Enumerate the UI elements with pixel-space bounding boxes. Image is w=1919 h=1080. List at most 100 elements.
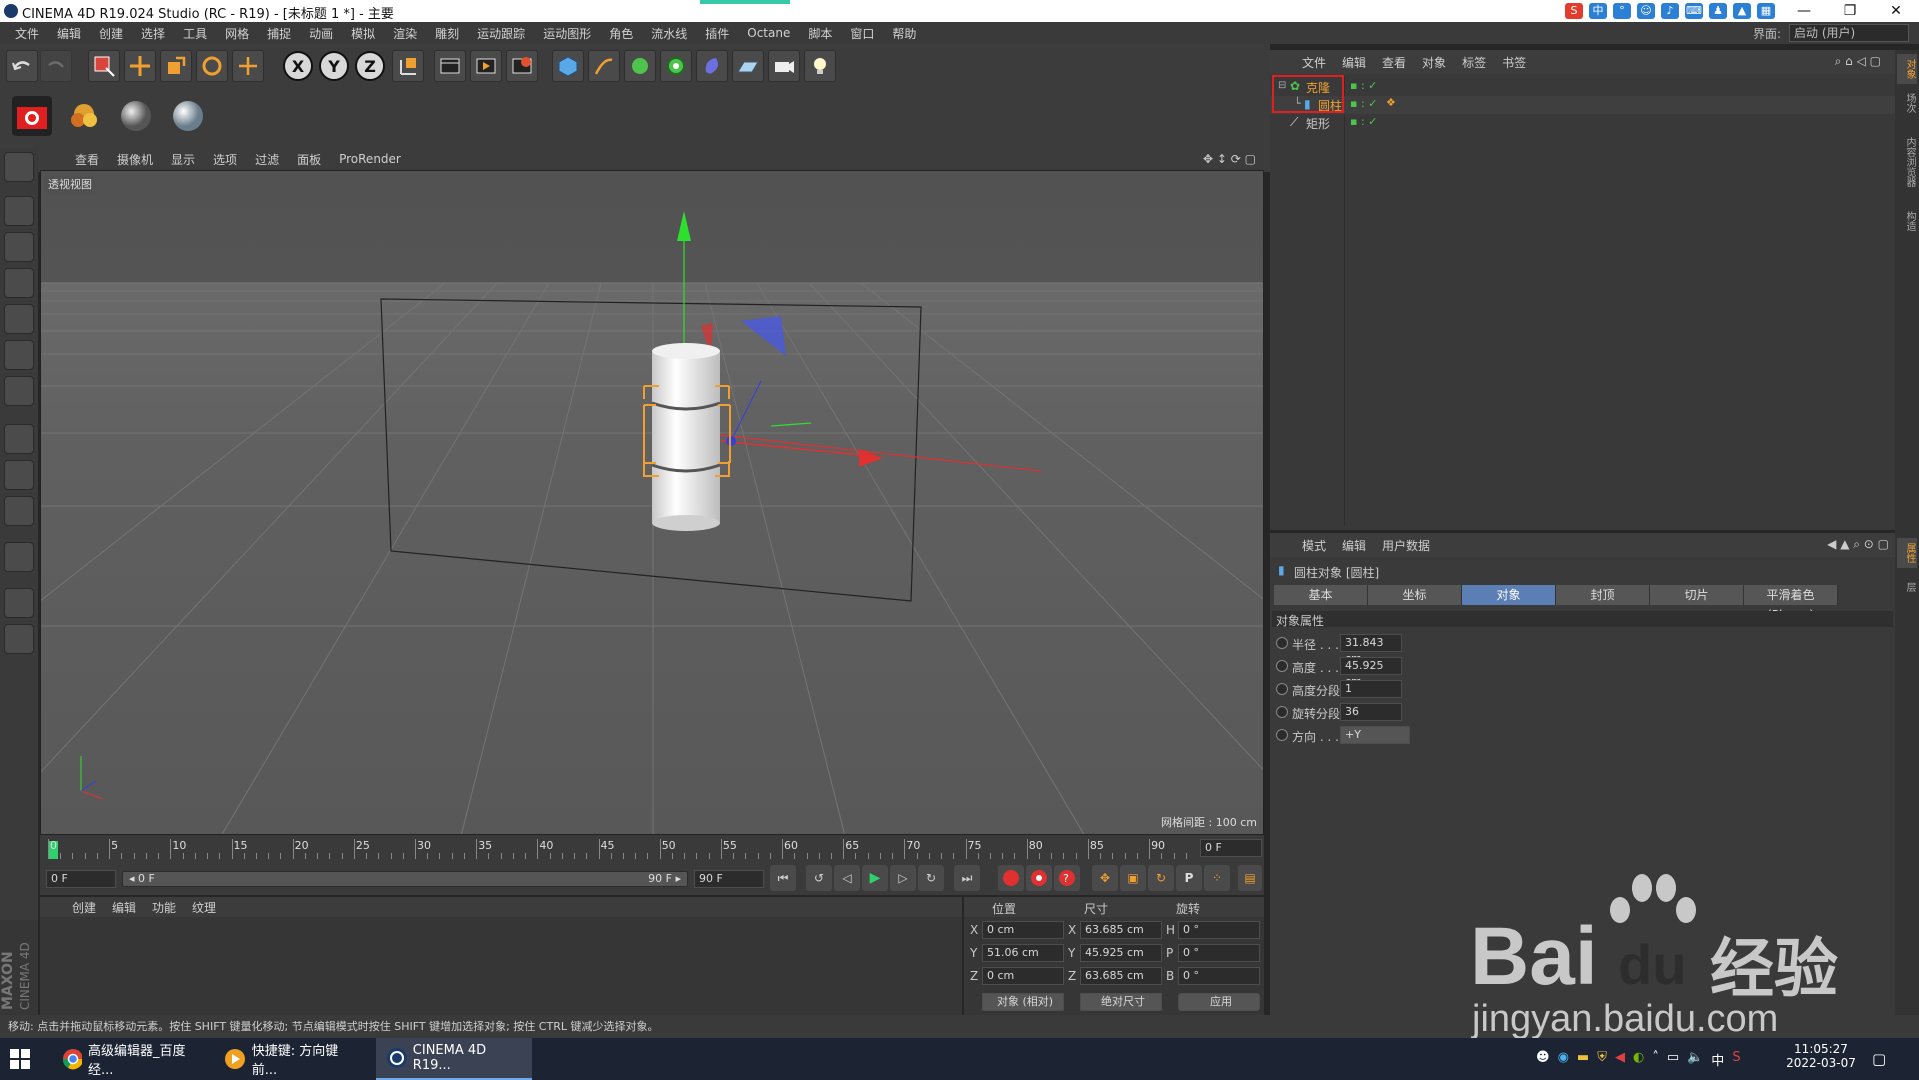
tab-basic[interactable]: 基本 [1274, 585, 1368, 605]
tab-caps[interactable]: 封顶 [1556, 585, 1650, 605]
anim-radio[interactable] [1276, 729, 1288, 741]
cloner-icon[interactable] [660, 50, 692, 82]
rot-h-field[interactable]: 0 ° [1178, 921, 1260, 939]
size-mode-select[interactable]: 绝对尺寸 [1080, 993, 1162, 1011]
layout-select[interactable]: 启动 (用户) [1789, 24, 1909, 42]
tab-coord[interactable]: 坐标 [1368, 585, 1462, 605]
key-rotation-icon[interactable]: ↻ [1148, 865, 1174, 891]
camera-icon[interactable] [768, 50, 800, 82]
render-settings-icon[interactable] [506, 50, 538, 82]
qq-icon[interactable]: ☻ [1536, 1050, 1550, 1069]
material-tag-icon[interactable]: ❖ [1386, 96, 1396, 109]
lock-workplane-icon[interactable] [4, 624, 34, 654]
objmgr-menu-edit[interactable]: 编辑 [1334, 54, 1374, 71]
visibility-check-icon[interactable]: ▪ : ✓ [1350, 115, 1377, 128]
current-frame-field[interactable]: 0 F [1200, 839, 1262, 857]
workplane-icon[interactable] [4, 588, 34, 618]
maximize-button[interactable]: ❐ [1827, 0, 1873, 22]
snapping-icon[interactable] [4, 496, 34, 526]
glossy-material-icon[interactable] [168, 96, 208, 136]
pos-z-field[interactable]: 0 cm [982, 967, 1064, 985]
menu-help[interactable]: 帮助 [883, 25, 925, 42]
edges-mode-icon[interactable] [4, 340, 34, 370]
timeline-window-icon[interactable]: ▤ [1238, 865, 1262, 891]
visibility-check-icon[interactable]: ▪ : ✓ [1350, 97, 1377, 110]
x-axis-lock[interactable]: X [282, 50, 314, 82]
y-axis-lock[interactable]: Y [318, 50, 350, 82]
key-position-icon[interactable]: ✥ [1092, 865, 1118, 891]
close-button[interactable]: ✕ [1873, 0, 1919, 22]
anim-radio[interactable] [1276, 706, 1288, 718]
keyframe-selection-icon[interactable]: ? [1054, 865, 1080, 891]
attr-menu-userdata[interactable]: 用户数据 [1374, 537, 1438, 554]
clock[interactable]: 11:05:27 2022-03-07 [1786, 1042, 1856, 1070]
rotate-tool-icon[interactable] [196, 50, 228, 82]
subdivision-icon[interactable] [624, 50, 656, 82]
dock-tab-objects[interactable]: 对象 [1897, 54, 1917, 84]
rot-p-field[interactable]: 0 ° [1178, 944, 1260, 962]
ime-mode-icon[interactable]: 中 [1589, 3, 1607, 19]
viewport-menu-options[interactable]: 选项 [204, 151, 246, 168]
play-icon[interactable]: ▶ [862, 865, 888, 891]
nvidia-icon[interactable]: ◐ [1633, 1050, 1644, 1069]
goto-start-icon[interactable]: ⏮ [770, 865, 796, 891]
size-x-field[interactable]: 63.685 cm [1080, 921, 1162, 939]
last-tool-icon[interactable] [232, 50, 264, 82]
deformer-icon[interactable] [696, 50, 728, 82]
dock-tab-content-browser[interactable]: 内容浏览器 [1897, 122, 1917, 202]
visibility-check-icon[interactable]: ▪ : ✓ [1350, 79, 1377, 92]
dock-tab-takes[interactable]: 场次 [1897, 88, 1917, 118]
menu-tools[interactable]: 工具 [174, 25, 216, 42]
autokey-icon[interactable] [1026, 865, 1052, 891]
viewport-nav-icons[interactable]: ✥ ↕ ⟳ ▢ [1203, 152, 1256, 166]
live-selection-icon[interactable] [88, 50, 120, 82]
material-menu-texture[interactable]: 纹理 [184, 899, 224, 916]
menu-render[interactable]: 渲染 [384, 25, 426, 42]
object-row-cylinder[interactable]: └ ▮ 圆柱 ▪ : ✓ ❖ [1270, 96, 1895, 114]
objmgr-search-icon[interactable]: ⌕ ⌂ ◁ ▢ [1827, 54, 1889, 69]
next-key-icon[interactable]: ↻ [918, 865, 944, 891]
menu-script[interactable]: 脚本 [799, 25, 841, 42]
model-mode-icon[interactable] [4, 196, 34, 226]
skin-icon[interactable]: ▲ [1733, 3, 1751, 19]
viewport-menu-panel[interactable]: 面板 [288, 151, 330, 168]
emoji-icon[interactable]: ☺ [1637, 3, 1655, 19]
menu-sculpt[interactable]: 雕刻 [426, 25, 468, 42]
prev-key-icon[interactable]: ↺ [806, 865, 832, 891]
menu-select[interactable]: 选择 [132, 25, 174, 42]
objmgr-menu-file[interactable]: 文件 [1294, 54, 1334, 71]
taskbar-app-player[interactable]: 快捷键: 方向键前... [214, 1038, 372, 1080]
menu-octane[interactable]: Octane [738, 26, 799, 40]
coordinate-system-icon[interactable] [392, 50, 424, 82]
shield-icon[interactable]: ⛨ [1597, 1050, 1607, 1069]
size-y-field[interactable]: 45.925 cm [1080, 944, 1162, 962]
attr-menu-mode[interactable]: 模式 [1294, 537, 1334, 554]
tab-phong[interactable]: 平滑着色(Phong) [1744, 585, 1838, 622]
menu-pipeline[interactable]: 流水线 [642, 25, 696, 42]
undo-icon[interactable] [6, 50, 38, 82]
key-parameter-icon[interactable]: P [1176, 865, 1202, 891]
prev-frame-icon[interactable]: ◁ [834, 865, 860, 891]
user-icon[interactable]: ♟ [1709, 3, 1727, 19]
menu-animate[interactable]: 动画 [300, 25, 342, 42]
objmgr-menu-objects[interactable]: 对象 [1414, 54, 1454, 71]
points-mode-icon[interactable] [4, 304, 34, 334]
sogou-tray-icon[interactable]: S [1732, 1050, 1740, 1069]
objmgr-menu-view[interactable]: 查看 [1374, 54, 1414, 71]
frame-range-slider[interactable]: ◂ 0 F 90 F ▸ [122, 871, 688, 887]
menu-motion-tracking[interactable]: 运动跟踪 [468, 25, 534, 42]
punctuation-icon[interactable]: ° [1613, 3, 1631, 19]
menu-mesh[interactable]: 网格 [216, 25, 258, 42]
attr-menu-edit[interactable]: 编辑 [1334, 537, 1374, 554]
menu-plugins[interactable]: 插件 [696, 25, 738, 42]
volume-icon[interactable]: 🔈 [1687, 1050, 1703, 1069]
object-row-rectangle[interactable]: ⟋ 矩形 ▪ : ✓ [1270, 114, 1895, 132]
dock-tab-layers[interactable]: 层 [1897, 572, 1917, 602]
browser-tray-icon[interactable]: ◉ [1558, 1050, 1569, 1069]
menu-create[interactable]: 创建 [90, 25, 132, 42]
dock-tab-attributes[interactable]: 属性 [1897, 538, 1917, 568]
coord-mode-select[interactable]: 对象 (相对) [982, 993, 1064, 1011]
objmgr-menu-tags[interactable]: 标签 [1454, 54, 1494, 71]
next-frame-icon[interactable]: ▷ [890, 865, 916, 891]
viewport-menu-filter[interactable]: 过滤 [246, 151, 288, 168]
